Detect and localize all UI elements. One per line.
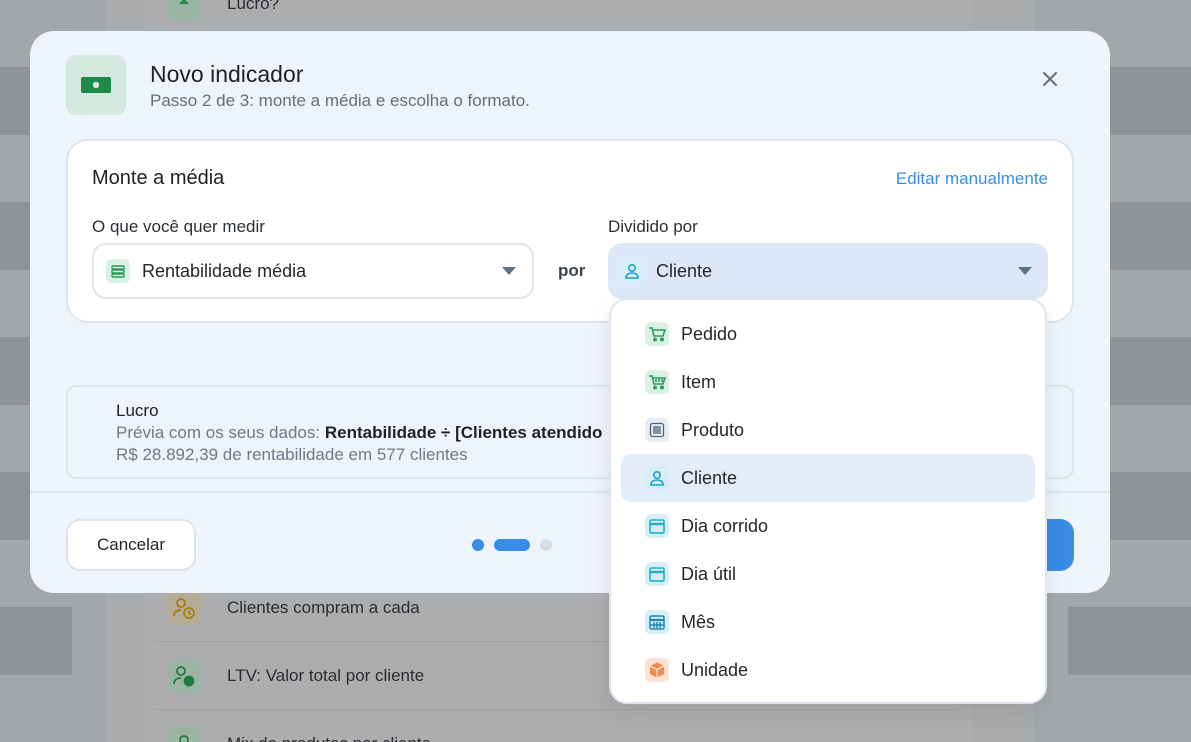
modal-header: Novo indicador Passo 2 de 3: monte a méd… bbox=[66, 55, 530, 115]
step-dot bbox=[472, 539, 484, 551]
divide-select-value: Cliente bbox=[656, 260, 713, 281]
modal-title: Novo indicador bbox=[150, 61, 304, 87]
connector-label: por bbox=[558, 261, 586, 280]
dropdown-option-cliente[interactable]: Cliente bbox=[621, 454, 1035, 502]
cart-items-icon bbox=[645, 370, 669, 394]
dropdown-option-pedido[interactable]: Pedido bbox=[621, 310, 1035, 358]
dropdown-option-mes[interactable]: Mês bbox=[621, 598, 1035, 646]
step-indicator bbox=[472, 539, 552, 551]
money-stack-icon bbox=[106, 259, 130, 283]
measure-select-value: Rentabilidade média bbox=[142, 260, 307, 281]
close-icon bbox=[1043, 72, 1057, 86]
divide-label: Dividido por bbox=[608, 217, 698, 236]
list-item: Mix de produtos por cliente bbox=[155, 710, 959, 742]
preview-prefix: Prévia com os seus dados: bbox=[116, 423, 321, 442]
dropdown-option-dia-corrido[interactable]: Dia corrido bbox=[621, 502, 1035, 550]
money-bill-icon bbox=[66, 55, 126, 115]
person-icon bbox=[620, 259, 644, 283]
dropdown-option-unidade[interactable]: Unidade bbox=[621, 646, 1035, 694]
preview-formula-line: Prévia com os seus dados: Rentabilidade … bbox=[116, 423, 602, 443]
chevron-down-icon bbox=[502, 267, 516, 275]
close-button[interactable] bbox=[1038, 67, 1062, 91]
dropdown-option-item[interactable]: Item bbox=[621, 358, 1035, 406]
average-builder-card: Monte a média Editar manualmente O que v… bbox=[66, 139, 1074, 323]
step-dot bbox=[540, 539, 552, 551]
cart-icon bbox=[645, 322, 669, 346]
preview-formula: Rentabilidade ÷ [Clientes atendido bbox=[324, 423, 603, 442]
box-icon bbox=[645, 658, 669, 682]
dropdown-option-dia-util[interactable]: Dia útil bbox=[621, 550, 1035, 598]
measure-label: O que você quer medir bbox=[92, 217, 265, 236]
measure-select[interactable]: Rentabilidade média bbox=[92, 243, 534, 299]
person-money-icon bbox=[167, 658, 201, 693]
preview-summary: R$ 28.892,39 de rentabilidade em 577 cli… bbox=[116, 445, 468, 464]
chevron-down-icon bbox=[1018, 267, 1032, 275]
barcode-icon bbox=[645, 418, 669, 442]
card-title: Monte a média bbox=[92, 167, 225, 189]
person-icon bbox=[645, 466, 669, 490]
modal-subtitle: Passo 2 de 3: monte a média e escolha o … bbox=[150, 91, 530, 110]
person-clock-icon bbox=[167, 590, 201, 625]
person-icon bbox=[167, 726, 201, 742]
calendar-grid-icon bbox=[645, 610, 669, 634]
preview-title: Lucro bbox=[116, 401, 159, 420]
dropdown-option-produto[interactable]: Produto bbox=[621, 406, 1035, 454]
calendar-icon bbox=[645, 514, 669, 538]
step-dot-current bbox=[494, 539, 530, 551]
divide-by-dropdown: Pedido Item Produto Cliente Dia corrido … bbox=[609, 298, 1047, 704]
edit-manually-link[interactable]: Editar manualmente bbox=[896, 169, 1048, 189]
cancel-button[interactable]: Cancelar bbox=[66, 519, 196, 571]
calendar-icon bbox=[645, 562, 669, 586]
person-up-icon bbox=[167, 0, 201, 21]
divide-select[interactable]: Cliente bbox=[608, 243, 1048, 299]
